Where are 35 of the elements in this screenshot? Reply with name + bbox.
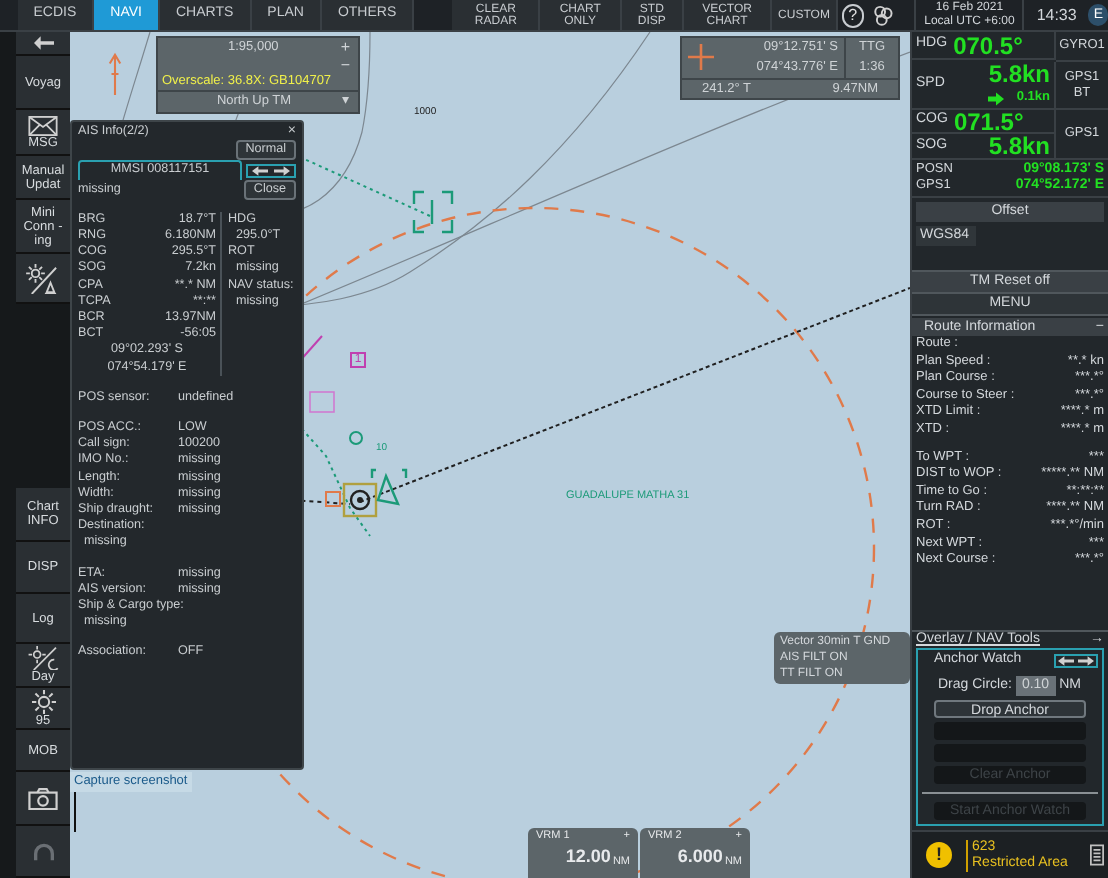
headset-icon — [31, 841, 55, 861]
vrm-value: 12.00 — [565, 844, 611, 870]
text-cursor — [74, 792, 76, 832]
drift-arrow-icon — [988, 91, 1005, 105]
route-mark-frame — [309, 391, 335, 413]
target-box-symbol — [412, 190, 454, 234]
list-icon — [1090, 844, 1104, 866]
brightness-icon — [26, 263, 60, 293]
layers-icon — [871, 2, 895, 28]
previous-arrow-icon — [252, 165, 268, 175]
envelope-icon — [28, 115, 58, 135]
zoom-out-button[interactable]: − — [340, 57, 350, 74]
back-arrow-icon — [33, 36, 53, 50]
ais-target-symbol — [370, 468, 408, 506]
sog-value: 5.8kn — [988, 131, 1050, 162]
next-arrow-icon — [1078, 655, 1094, 666]
waypoint-symbol — [349, 431, 363, 445]
cursor-crosshair-icon — [688, 44, 714, 70]
zoom-in-button[interactable]: + — [340, 38, 350, 58]
sidebar-button[interactable] — [16, 254, 70, 304]
vrm-value: 6.000 — [677, 844, 723, 870]
sidebar-button[interactable] — [16, 32, 70, 56]
hdg-value: 070.5° — [953, 29, 1023, 63]
cog-value: 071.5° — [953, 105, 1024, 136]
past-position-mark — [325, 491, 341, 507]
brightness-icon — [27, 646, 59, 670]
warning-icon: ! — [926, 842, 952, 868]
sidebar-button[interactable] — [16, 772, 70, 826]
help-button[interactable]: ? — [841, 4, 864, 28]
camera-icon — [28, 787, 58, 809]
brightness-icon — [31, 689, 55, 713]
next-arrow-icon — [274, 165, 290, 175]
spd-value: 5.8kn — [988, 62, 1050, 89]
north-arrow-icon — [108, 52, 122, 96]
previous-arrow-icon — [1058, 655, 1074, 666]
